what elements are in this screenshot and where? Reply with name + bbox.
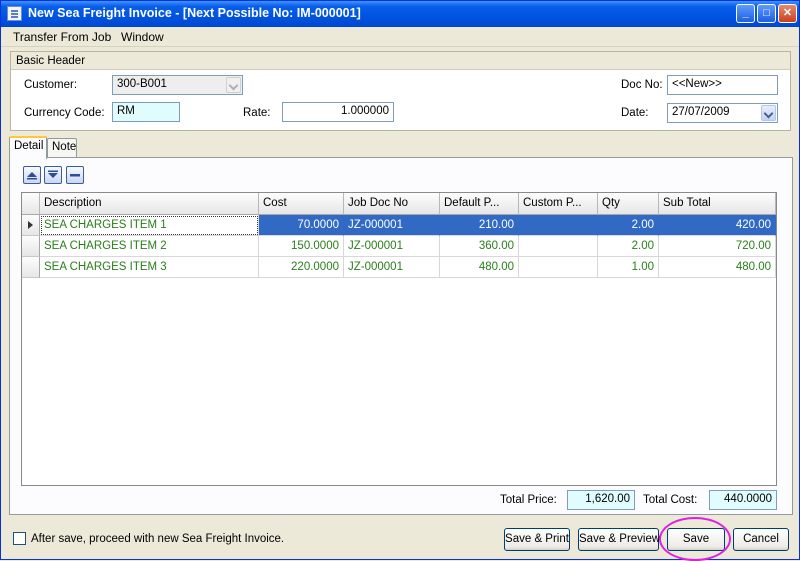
- cell-default-price[interactable]: 210.00: [440, 215, 519, 236]
- cell-job-doc-no[interactable]: JZ-000001: [344, 215, 440, 236]
- date-label: Date:: [621, 107, 649, 119]
- app-icon: [7, 6, 22, 21]
- proceed-new-checkbox[interactable]: [13, 532, 26, 545]
- rate-field[interactable]: 1.000000: [282, 102, 394, 122]
- cell-cost[interactable]: 150.0000: [259, 236, 344, 257]
- cell-qty[interactable]: 1.00: [598, 257, 659, 278]
- row-selector[interactable]: [22, 215, 40, 236]
- doc-no-label: Doc No:: [621, 79, 663, 91]
- menu-bar: Transfer From Job Window: [1, 27, 799, 47]
- cell-custom-price[interactable]: [519, 257, 598, 278]
- date-picker[interactable]: 27/07/2009: [667, 103, 778, 123]
- cell-cost[interactable]: 220.0000: [259, 257, 344, 278]
- column-header-job-doc-no[interactable]: Job Doc No: [344, 193, 440, 215]
- move-up-button[interactable]: [23, 166, 41, 184]
- cell-qty[interactable]: 2.00: [598, 236, 659, 257]
- detail-grid[interactable]: Description Cost Job Doc No Default P...…: [21, 192, 777, 486]
- delete-row-icon: [70, 174, 80, 177]
- column-header-description[interactable]: Description: [40, 193, 259, 215]
- customer-dropdown-icon[interactable]: [226, 77, 241, 93]
- cell-sub-total[interactable]: 420.00: [659, 215, 776, 236]
- current-row-arrow-icon: [28, 221, 33, 229]
- menu-window[interactable]: Window: [121, 30, 164, 44]
- total-cost-label: Total Cost:: [643, 494, 698, 506]
- cell-custom-price[interactable]: [519, 236, 598, 257]
- cell-job-doc-no[interactable]: JZ-000001: [344, 236, 440, 257]
- move-down-icon: [48, 170, 58, 178]
- cell-job-doc-no[interactable]: JZ-000001: [344, 257, 440, 278]
- maximize-button[interactable]: □: [757, 4, 776, 23]
- menu-transfer-from-job[interactable]: Transfer From Job: [13, 30, 111, 44]
- cancel-button[interactable]: Cancel: [733, 528, 789, 551]
- grid-corner-header: [22, 193, 40, 215]
- cell-description[interactable]: SEA CHARGES ITEM 1: [40, 215, 259, 236]
- save-and-preview-button[interactable]: Save & Preview: [578, 528, 660, 551]
- customer-label: Customer:: [24, 79, 78, 91]
- cell-description[interactable]: SEA CHARGES ITEM 2: [40, 236, 259, 257]
- column-header-sub-total[interactable]: Sub Total: [659, 193, 776, 215]
- customer-combo[interactable]: 300-B001: [112, 75, 243, 95]
- row-selector[interactable]: [22, 236, 40, 257]
- row-selector[interactable]: [22, 257, 40, 278]
- cell-sub-total[interactable]: 480.00: [659, 257, 776, 278]
- title-bar[interactable]: New Sea Freight Invoice - [Next Possible…: [1, 1, 799, 27]
- save-button[interactable]: Save: [667, 528, 725, 551]
- column-header-cost[interactable]: Cost: [259, 193, 344, 215]
- basic-header-title: Basic Header: [11, 52, 790, 70]
- tab-note[interactable]: Note: [47, 138, 77, 158]
- move-down-button[interactable]: [44, 166, 62, 184]
- total-price-field: 1,620.00: [567, 490, 635, 510]
- proceed-new-label[interactable]: After save, proceed with new Sea Freight…: [31, 533, 284, 545]
- minimize-button[interactable]: _: [736, 4, 755, 23]
- window-title: New Sea Freight Invoice - [Next Possible…: [28, 6, 361, 20]
- column-header-default-price[interactable]: Default P...: [440, 193, 519, 215]
- cell-default-price[interactable]: 480.00: [440, 257, 519, 278]
- cell-sub-total[interactable]: 720.00: [659, 236, 776, 257]
- rate-label: Rate:: [243, 107, 271, 119]
- column-header-qty[interactable]: Qty: [598, 193, 659, 215]
- cell-qty[interactable]: 2.00: [598, 215, 659, 236]
- total-price-label: Total Price:: [500, 494, 557, 506]
- customer-value: 300-B001: [117, 78, 167, 90]
- delete-row-button[interactable]: [66, 166, 84, 184]
- invoice-window: New Sea Freight Invoice - [Next Possible…: [0, 0, 800, 561]
- save-and-print-button[interactable]: Save & Print: [504, 528, 570, 551]
- cell-cost[interactable]: 70.0000: [259, 215, 344, 236]
- cell-description[interactable]: SEA CHARGES ITEM 3: [40, 257, 259, 278]
- date-value: 27/07/2009: [672, 106, 730, 118]
- doc-no-field[interactable]: <<New>>: [667, 75, 778, 95]
- tab-detail[interactable]: Detail: [9, 136, 47, 159]
- cell-custom-price[interactable]: [519, 215, 598, 236]
- column-header-custom-price[interactable]: Custom P...: [519, 193, 598, 215]
- total-cost-field: 440.0000: [709, 490, 777, 510]
- calendar-dropdown-icon[interactable]: [761, 105, 776, 121]
- basic-header-group: Basic Header Customer: 300-B001 Currency…: [10, 51, 791, 131]
- close-button[interactable]: ✕: [778, 4, 797, 23]
- currency-code-field[interactable]: RM: [112, 102, 180, 122]
- cell-default-price[interactable]: 360.00: [440, 236, 519, 257]
- move-up-icon: [27, 172, 37, 180]
- currency-code-label: Currency Code:: [24, 107, 105, 119]
